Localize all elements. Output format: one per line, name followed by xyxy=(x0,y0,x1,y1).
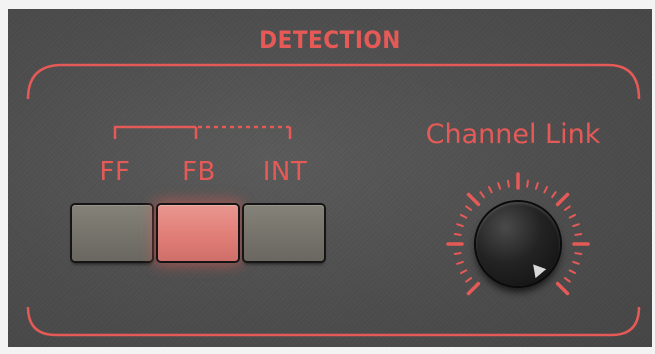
knob-tick xyxy=(506,179,510,188)
section-title: DETECTION xyxy=(259,26,401,54)
knob-tick xyxy=(534,182,539,190)
knob-tick xyxy=(572,260,580,265)
knob-tick xyxy=(487,185,493,194)
knob-tick xyxy=(563,205,571,211)
knob-tick xyxy=(453,252,462,256)
channel-link-label: Channel Link xyxy=(425,119,601,150)
knob-tick xyxy=(551,191,557,199)
knob-tick xyxy=(459,213,468,219)
knob-tick xyxy=(466,281,481,296)
knob-tick xyxy=(555,281,570,296)
int-button[interactable] xyxy=(244,205,324,261)
knob-tick xyxy=(465,205,473,211)
channel-link-knob[interactable] xyxy=(476,202,560,286)
knob-tick xyxy=(572,223,580,228)
knob-tick xyxy=(456,223,464,228)
knob-tick xyxy=(497,182,502,190)
knob-tick xyxy=(526,179,530,188)
mode-label-int: INT xyxy=(262,157,308,187)
knob-tick xyxy=(453,232,462,236)
fb-button[interactable] xyxy=(158,205,238,261)
knob-tick xyxy=(479,191,485,199)
knob-tick xyxy=(456,260,464,265)
mode-label-fb: FB xyxy=(182,157,216,187)
knob-tick xyxy=(568,213,577,219)
knob-tick xyxy=(555,192,570,207)
detection-panel: DETECTION FF FB INT Channel Link xyxy=(8,9,652,347)
knob-tick xyxy=(466,192,481,207)
mode-label-ff: FF xyxy=(99,157,131,187)
knob-tick xyxy=(568,269,577,275)
knob-tick xyxy=(574,252,583,256)
knob-tick xyxy=(563,277,571,283)
knob-tick xyxy=(465,277,473,283)
ff-button[interactable] xyxy=(72,205,152,261)
knob-tick xyxy=(459,269,468,275)
knob-tick xyxy=(543,185,549,194)
knob-tick xyxy=(574,232,583,236)
